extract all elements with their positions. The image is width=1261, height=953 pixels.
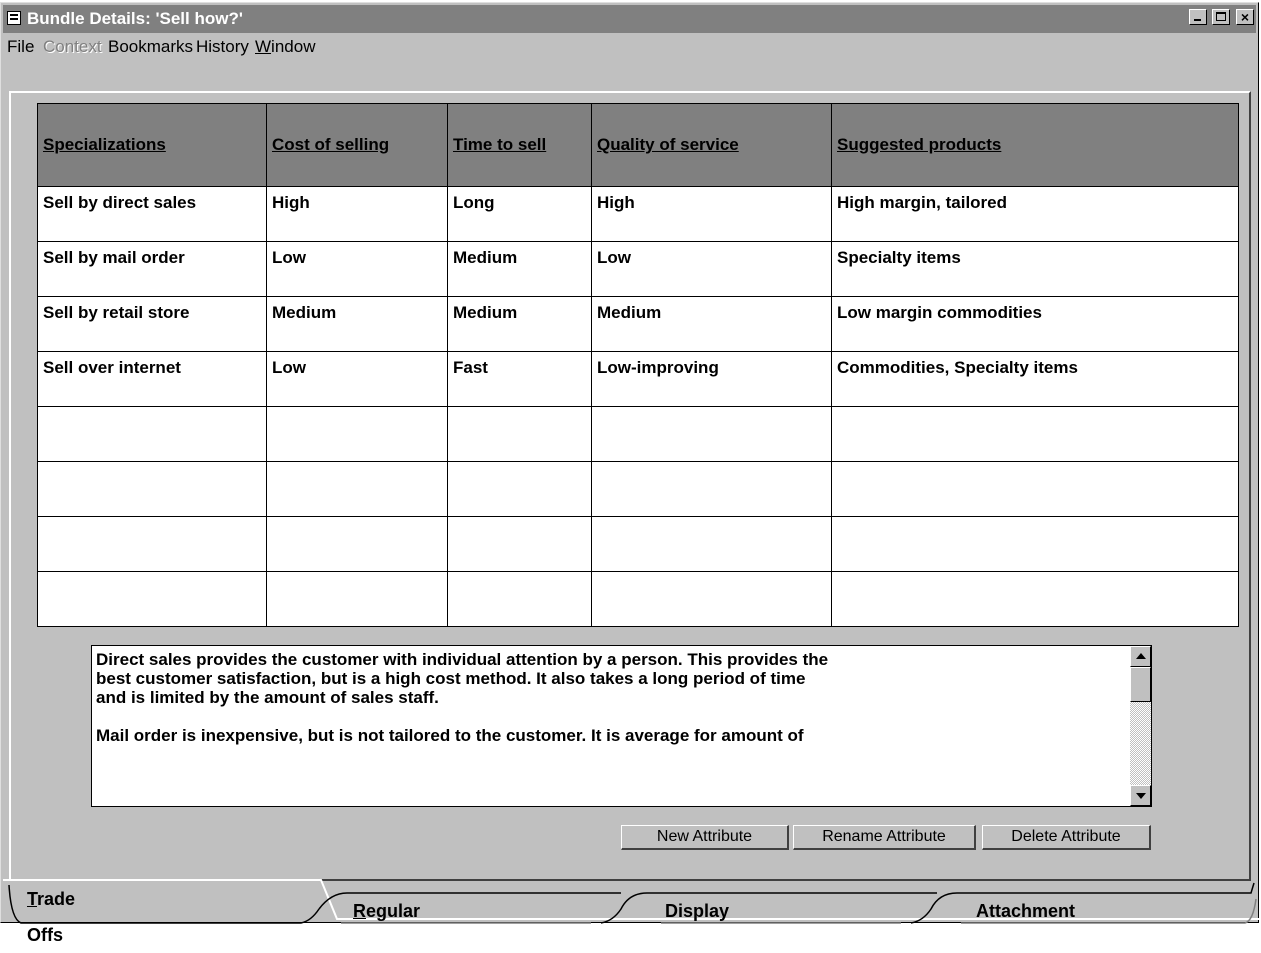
arrow-up-icon [1136, 653, 1146, 659]
maximize-button[interactable] [1212, 9, 1231, 25]
menu-history[interactable]: History [196, 34, 249, 60]
grid-cell[interactable] [591, 571, 832, 627]
column-header-specializations[interactable]: Specializations [37, 103, 267, 187]
description-textarea[interactable]: Direct sales provides the customer with … [91, 645, 1152, 807]
menu-context: Context [43, 37, 102, 56]
window-title: Bundle Details: 'Sell how?' [27, 9, 243, 28]
grid-cell[interactable] [266, 516, 448, 572]
grid-header-row: Specializations Cost of selling Time to … [37, 103, 1239, 187]
table-row [37, 406, 1239, 462]
table-row [37, 461, 1239, 517]
grid-cell[interactable]: Fast [447, 351, 592, 407]
grid-cell[interactable] [447, 571, 592, 627]
column-header-quality-of-service[interactable]: Quality of service [591, 103, 832, 187]
grid-cell[interactable] [266, 571, 448, 627]
grid-cell[interactable]: Sell by retail store [37, 296, 267, 352]
grid-cell[interactable] [37, 406, 267, 462]
rename-attribute-button[interactable]: Rename Attribute [793, 825, 976, 850]
grid-cell[interactable]: Low [591, 241, 832, 297]
table-row [37, 516, 1239, 572]
grid-cell[interactable]: Medium [266, 296, 448, 352]
column-header-suggested-products[interactable]: Suggested products [831, 103, 1239, 187]
grid-cell[interactable] [591, 516, 832, 572]
grid-cell[interactable]: Sell by mail order [37, 241, 267, 297]
close-button[interactable]: × [1236, 9, 1254, 25]
description-scrollbar[interactable] [1130, 646, 1151, 806]
table-row: Sell over internet Low Fast Low-improving Co… [37, 351, 1239, 407]
menu-file[interactable]: File [7, 34, 34, 60]
grid-cell[interactable]: Long [447, 186, 592, 242]
grid-cell[interactable] [831, 571, 1239, 627]
grid-cell[interactable] [591, 461, 832, 517]
grid-cell[interactable]: Low margin commodities [831, 296, 1239, 352]
title-bar[interactable]: Bundle Details: 'Sell how?' × [3, 5, 1256, 33]
window-icon[interactable] [7, 11, 21, 25]
table-row: Sell by retail store Medium Medium Medium Lo… [37, 296, 1239, 352]
minimize-button[interactable] [1188, 9, 1207, 25]
grid-cell[interactable] [447, 406, 592, 462]
menu-bookmarks[interactable]: Bookmarks [108, 34, 193, 60]
table-row [37, 571, 1239, 627]
grid-cell[interactable]: High margin, tailored [831, 186, 1239, 242]
trade-offs-panel: Specializations Cost of selling Time to … [9, 91, 1251, 881]
menu-bar: File Context Bookmarks History Window [3, 34, 1256, 60]
grid-cell[interactable] [831, 406, 1239, 462]
scroll-thumb[interactable] [1130, 667, 1151, 702]
arrow-down-icon [1136, 793, 1146, 799]
new-attribute-button[interactable]: New Attribute [621, 825, 789, 850]
table-row: Sell by mail order Low Medium Low Specialty … [37, 241, 1239, 297]
tab-strip: Trade Offs Regular Display Attachment [1, 879, 1260, 945]
column-header-time-to-sell[interactable]: Time to sell [447, 103, 592, 187]
column-header-cost-of-selling[interactable]: Cost of selling [266, 103, 448, 187]
grid-cell[interactable]: Low [266, 241, 448, 297]
description-text[interactable]: Direct sales provides the customer with … [96, 650, 1126, 745]
grid-cell[interactable]: Medium [447, 296, 592, 352]
scroll-up-button[interactable] [1130, 646, 1151, 667]
grid-cell[interactable]: Medium [447, 241, 592, 297]
grid-cell[interactable]: High [591, 186, 832, 242]
grid-cell[interactable]: Low-improving [591, 351, 832, 407]
bundle-details-window: Bundle Details: 'Sell how?' × File Conte… [0, 2, 1260, 945]
grid-cell[interactable]: Medium [591, 296, 832, 352]
tab-regular-label: Regular [353, 901, 421, 921]
grid-cell[interactable] [831, 461, 1239, 517]
tab-trade-offs-label: Trade Offs [27, 889, 76, 945]
menu-window[interactable]: Window [255, 34, 315, 60]
grid-cell[interactable] [266, 461, 448, 517]
grid-cell[interactable]: Commodities, Specialty items [831, 351, 1239, 407]
grid-cell[interactable] [266, 406, 448, 462]
grid-cell[interactable]: Low [266, 351, 448, 407]
grid-cell[interactable]: Specialty items [831, 241, 1239, 297]
trade-offs-grid: Specializations Cost of selling Time to … [37, 103, 1239, 627]
grid-cell[interactable] [37, 461, 267, 517]
grid-cell[interactable] [37, 571, 267, 627]
grid-cell[interactable] [591, 406, 832, 462]
scroll-down-button[interactable] [1130, 785, 1151, 806]
tab-display-label: Display [665, 901, 730, 921]
grid-cell[interactable] [37, 516, 267, 572]
grid-cell[interactable] [447, 516, 592, 572]
grid-cell[interactable] [447, 461, 592, 517]
table-row: Sell by direct sales High Long High High mar… [37, 186, 1239, 242]
grid-cell[interactable]: Sell by direct sales [37, 186, 267, 242]
grid-cell[interactable]: Sell over internet [37, 351, 267, 407]
grid-cell[interactable]: High [266, 186, 448, 242]
tab-attachment-label: Attachment [976, 901, 1076, 921]
grid-cell[interactable] [831, 516, 1239, 572]
delete-attribute-button[interactable]: Delete Attribute [982, 825, 1151, 850]
